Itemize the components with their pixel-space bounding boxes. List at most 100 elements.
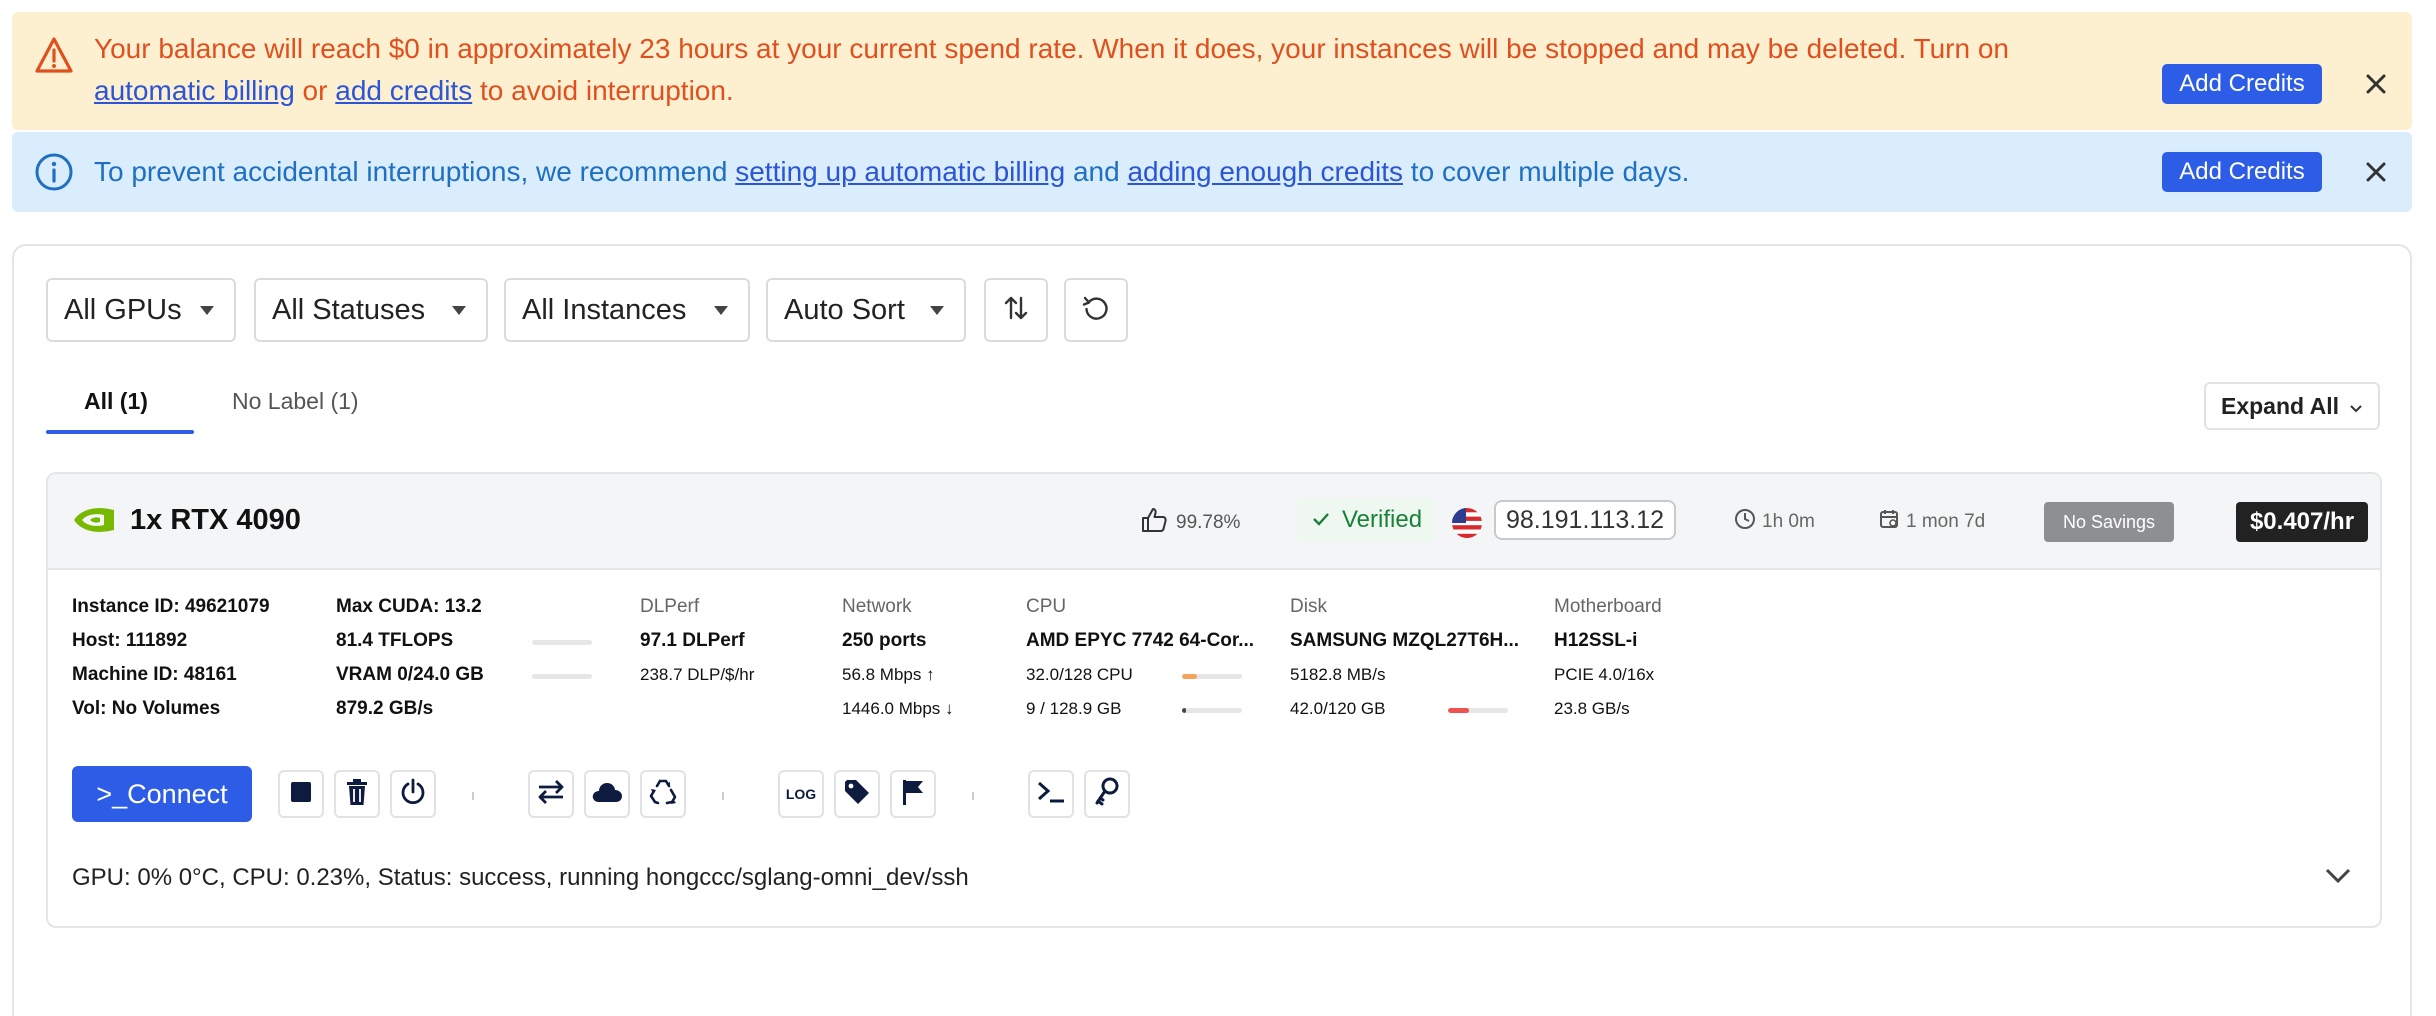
reliability-value: 99.78% bbox=[1176, 512, 1241, 533]
recycle-button[interactable] bbox=[640, 770, 686, 818]
cloud-icon bbox=[591, 780, 623, 809]
host-id: Host: 111892 bbox=[72, 630, 188, 651]
disk-header: Disk bbox=[1290, 596, 1327, 617]
sort-label: Auto Sort bbox=[784, 293, 905, 326]
log-button[interactable]: LOG bbox=[778, 770, 824, 818]
recycle-icon bbox=[648, 777, 678, 812]
machine-id: Machine ID: 48161 bbox=[72, 664, 237, 685]
network-header: Network bbox=[842, 596, 912, 617]
adding-credits-link[interactable]: adding enough credits bbox=[1127, 156, 1403, 187]
disk-column: Disk SAMSUNG MZQL27T6H... 5182.8 MB/s 42… bbox=[1290, 590, 1519, 726]
instance-filter-select[interactable]: All Instances bbox=[504, 278, 750, 342]
power-button[interactable] bbox=[390, 770, 436, 818]
instance-id: Instance ID: 49621079 bbox=[72, 596, 270, 617]
dlperf-per-dollar: 238.7 DLP/$/hr bbox=[640, 665, 755, 684]
terminal-button[interactable] bbox=[1028, 770, 1074, 818]
tflops-bar bbox=[532, 640, 592, 645]
connect-button[interactable]: >_Connect bbox=[72, 766, 252, 822]
vram: VRAM 0/24.0 GB bbox=[336, 664, 484, 685]
gpu-name: 1x RTX 4090 bbox=[130, 504, 301, 536]
warning-banner: Your balance will reach $0 in approximat… bbox=[12, 12, 2412, 130]
duration-value: 1 mon 7d bbox=[1906, 511, 1986, 532]
sort-direction-button[interactable] bbox=[984, 278, 1048, 342]
tab-no-label[interactable]: No Label (1) bbox=[232, 388, 359, 415]
add-credits-link[interactable]: add credits bbox=[335, 75, 472, 106]
caret-down-icon bbox=[200, 306, 214, 315]
uptime: 1h 0m bbox=[1734, 508, 1815, 536]
arrow-up-icon: ↑ bbox=[926, 665, 935, 684]
stop-button[interactable] bbox=[278, 770, 324, 818]
caret-down-icon bbox=[714, 306, 728, 315]
divider bbox=[972, 792, 974, 800]
transfer-icon bbox=[536, 779, 566, 810]
warning-text-or: or bbox=[294, 75, 336, 106]
info-text: To prevent accidental interruptions, we … bbox=[94, 156, 736, 187]
warning-text-end: to avoid interruption. bbox=[472, 75, 734, 106]
warning-message: Your balance will reach $0 in approximat… bbox=[94, 28, 2114, 112]
pcie-speed: 23.8 GB/s bbox=[1554, 699, 1630, 718]
label-button[interactable] bbox=[834, 770, 880, 818]
disk-model: SAMSUNG MZQL27T6H... bbox=[1290, 630, 1520, 651]
verified-badge: Verified bbox=[1298, 498, 1437, 542]
verified-label: Verified bbox=[1342, 506, 1423, 533]
download-speed: 1446.0 Mbps ↓ bbox=[842, 692, 954, 726]
ssh-keys-button[interactable] bbox=[1084, 770, 1130, 818]
instance-filter-label: All Instances bbox=[522, 293, 687, 326]
nvidia-logo-icon bbox=[72, 504, 116, 541]
add-credits-button[interactable]: Add Credits bbox=[2162, 64, 2322, 104]
divider bbox=[472, 792, 474, 800]
instance-card: 1x RTX 4090 99.78% Verified 98.191.113.1… bbox=[46, 472, 2382, 928]
transfer-button[interactable] bbox=[528, 770, 574, 818]
volume-info: Vol: No Volumes bbox=[72, 698, 221, 719]
sort-select[interactable]: Auto Sort bbox=[766, 278, 966, 342]
max-cuda: Max CUDA: 13.2 bbox=[336, 596, 482, 617]
arrow-down-icon: ↓ bbox=[945, 699, 954, 718]
gpu-bandwidth: 879.2 GB/s bbox=[336, 698, 434, 719]
ip-address[interactable]: 98.191.113.12 bbox=[1494, 500, 1677, 540]
power-icon bbox=[399, 778, 427, 811]
info-text-and: and bbox=[1065, 156, 1128, 187]
automatic-billing-link[interactable]: automatic billing bbox=[94, 75, 295, 106]
motherboard-model: H12SSL-i bbox=[1554, 630, 1638, 651]
cpu-header: CPU bbox=[1026, 596, 1067, 617]
savings-badge: No Savings bbox=[2044, 502, 2174, 542]
status-filter-label: All Statuses bbox=[272, 293, 426, 326]
close-warning-icon[interactable] bbox=[2352, 60, 2400, 108]
sort-arrows-icon bbox=[1001, 293, 1031, 328]
network-column: Network 250 ports 56.8 Mbps ↑ 1446.0 Mbp… bbox=[842, 590, 954, 726]
chevron-down-icon bbox=[2349, 393, 2363, 420]
flag-icon bbox=[900, 778, 926, 811]
dlperf-value: 97.1 DLPerf bbox=[640, 630, 745, 651]
log-icon: LOG bbox=[785, 786, 817, 802]
cloud-sync-button[interactable] bbox=[584, 770, 630, 818]
report-button[interactable] bbox=[890, 770, 936, 818]
status-filter-select[interactable]: All Statuses bbox=[254, 278, 488, 342]
chevron-down-icon[interactable] bbox=[2318, 856, 2358, 896]
caret-down-icon bbox=[452, 306, 466, 315]
instances-panel: All GPUs All Statuses All Instances Auto… bbox=[12, 244, 2412, 1016]
expand-all-button[interactable]: Expand All bbox=[2204, 382, 2380, 430]
check-icon bbox=[1312, 506, 1330, 534]
gpu-filter-select[interactable]: All GPUs bbox=[46, 278, 236, 342]
caret-down-icon bbox=[930, 306, 944, 315]
network-ports: 250 ports bbox=[842, 630, 927, 651]
setting-up-billing-link[interactable]: setting up automatic billing bbox=[735, 156, 1065, 187]
dlperf-column: DLPerf 97.1 DLPerf 238.7 DLP/$/hr bbox=[640, 590, 754, 692]
key-icon bbox=[1093, 777, 1121, 812]
info-circle-icon bbox=[34, 152, 74, 197]
instance-card-header: 1x RTX 4090 99.78% Verified 98.191.113.1… bbox=[48, 474, 2380, 570]
refresh-button[interactable] bbox=[1064, 278, 1128, 342]
terminal-icon bbox=[1036, 779, 1066, 810]
delete-button[interactable] bbox=[334, 770, 380, 818]
disk-speed: 5182.8 MB/s bbox=[1290, 665, 1386, 684]
cpu-usage-bar bbox=[1182, 674, 1242, 679]
add-credits-button[interactable]: Add Credits bbox=[2162, 152, 2322, 192]
tab-all[interactable]: All (1) bbox=[84, 388, 148, 415]
info-banner: To prevent accidental interruptions, we … bbox=[12, 132, 2412, 212]
upload-speed: 56.8 Mbps ↑ bbox=[842, 658, 954, 692]
info-text-end: to cover multiple days. bbox=[1403, 156, 1690, 187]
stop-icon bbox=[288, 779, 314, 810]
vram-bar bbox=[532, 674, 592, 679]
close-info-icon[interactable] bbox=[2352, 148, 2400, 196]
us-flag-icon bbox=[1452, 508, 1482, 538]
